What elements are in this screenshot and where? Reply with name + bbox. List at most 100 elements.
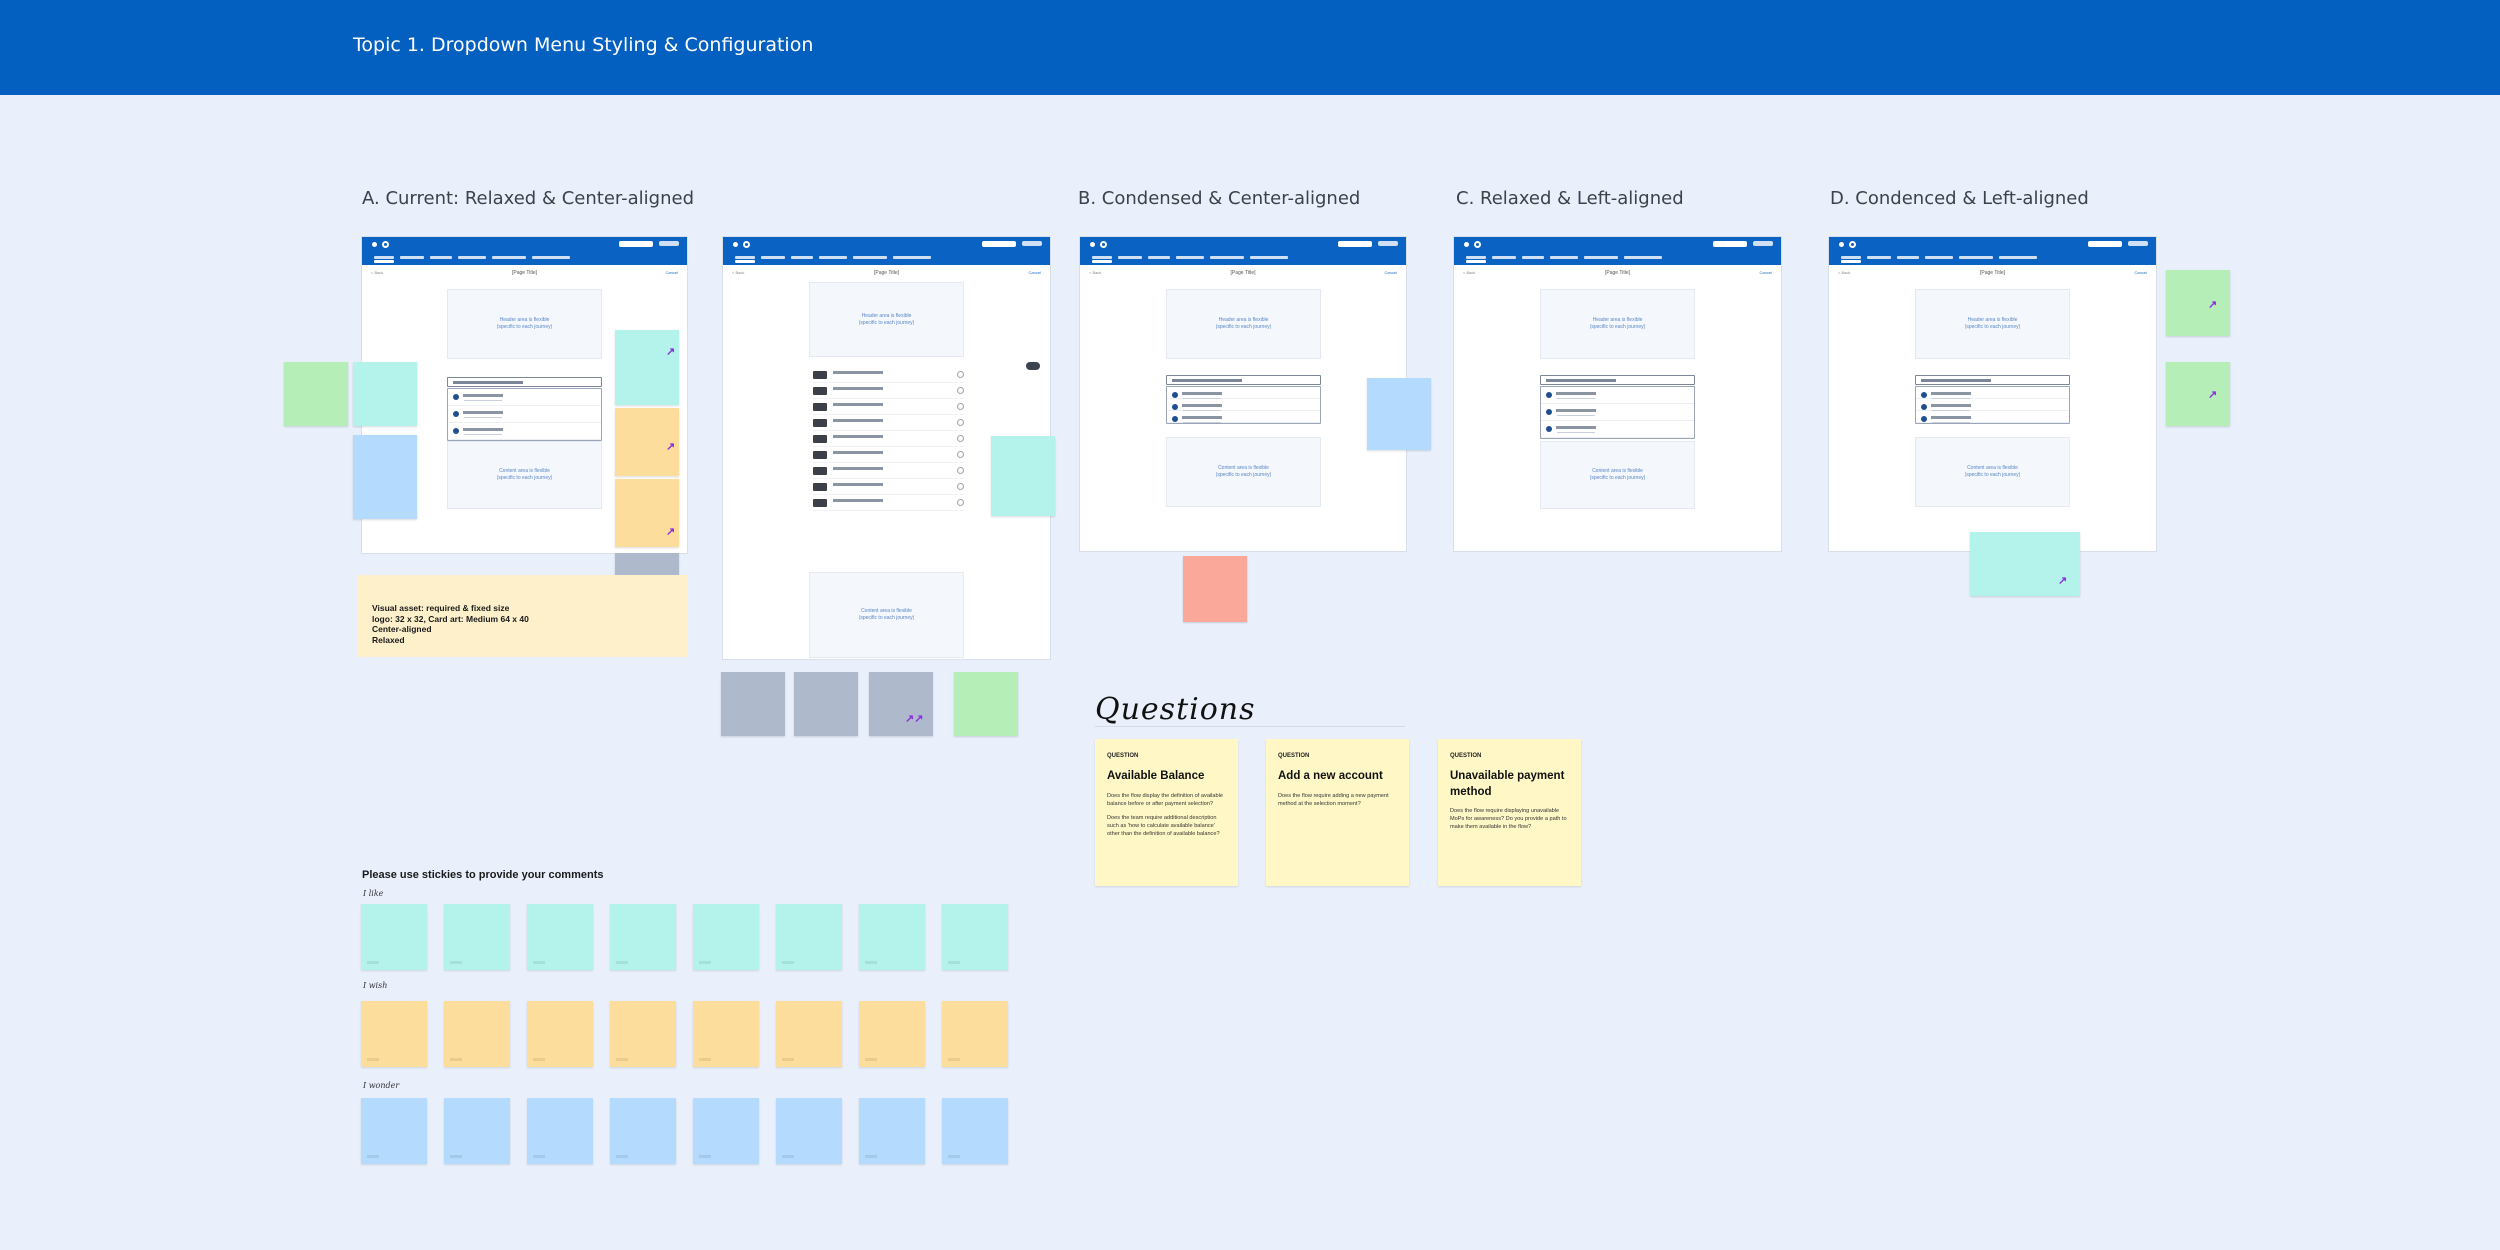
question-body: Does the team require additional descrip… <box>1107 814 1220 837</box>
logo-icon <box>1839 242 1844 247</box>
logo-icon <box>382 241 389 248</box>
checkmark-icon: ↗ <box>2058 575 2068 587</box>
checkmark-icon: ↗ <box>666 346 676 358</box>
empty-sticky-like[interactable] <box>527 904 593 970</box>
question-card[interactable]: QUESTION Add a new account Does the flow… <box>1266 739 1409 886</box>
checkmark-icon: ↗↗ <box>905 713 924 725</box>
sticky-note[interactable] <box>721 672 785 736</box>
empty-sticky-wonder[interactable] <box>693 1098 759 1164</box>
section-title-b: B. Condensed & Center-aligned <box>1078 188 1361 209</box>
dropdown-menu[interactable] <box>1915 386 2070 424</box>
mockup-frame-c[interactable]: < Back [Page Title] Cancel Header area i… <box>1453 236 1782 552</box>
dropdown-menu[interactable] <box>1166 386 1321 424</box>
cancel-link[interactable]: Cancel <box>666 270 678 275</box>
question-body: Does the flow display the definition of … <box>1107 792 1223 807</box>
logo-icon <box>1849 241 1856 248</box>
sticky-note[interactable] <box>1183 556 1247 622</box>
payment-method-list[interactable] <box>811 367 966 511</box>
empty-sticky-wonder[interactable] <box>361 1098 427 1164</box>
logo-icon <box>1090 242 1095 247</box>
empty-sticky-wish[interactable] <box>693 1001 759 1067</box>
content-area: Content area is flexible (specific to eac… <box>1915 437 2070 507</box>
sticky-note[interactable] <box>794 672 858 736</box>
sticky-note[interactable] <box>353 435 417 519</box>
question-label: QUESTION <box>1278 753 1310 759</box>
empty-sticky-like[interactable] <box>859 904 925 970</box>
logo-icon <box>743 241 750 248</box>
content-area: Content area is flexible (specific to eac… <box>809 572 964 658</box>
sticky-note[interactable] <box>991 436 1055 516</box>
empty-sticky-wonder[interactable] <box>527 1098 593 1164</box>
question-card[interactable]: QUESTION Unavailable payment method Does… <box>1438 739 1581 886</box>
cancel-link[interactable]: Cancel <box>1760 270 1772 275</box>
header-area: Header area is flexible (specific to each… <box>1540 289 1695 359</box>
content-area: Content area is flexible (specific to eac… <box>1540 441 1695 509</box>
empty-sticky-wish[interactable] <box>361 1001 427 1067</box>
mockup-frame-b[interactable]: < Back [Page Title] Cancel Header area i… <box>1079 236 1407 552</box>
sticky-note[interactable] <box>284 362 348 426</box>
page-title: [Page Title] <box>1230 270 1256 276</box>
sticky-note[interactable] <box>615 330 679 405</box>
sticky-note[interactable] <box>1367 378 1431 450</box>
section-title-d: D. Condenced & Left-aligned <box>1830 188 2089 209</box>
empty-sticky-wish[interactable] <box>527 1001 593 1067</box>
page-title: [Page Title] <box>511 270 537 276</box>
question-title: Add a new account <box>1278 770 1383 782</box>
empty-sticky-wish[interactable] <box>859 1001 925 1067</box>
empty-sticky-like[interactable] <box>942 904 1008 970</box>
checkmark-icon: ↗ <box>2208 299 2218 311</box>
dropdown-menu[interactable] <box>1540 386 1695 439</box>
cancel-link[interactable]: Cancel <box>1385 270 1397 275</box>
empty-sticky-wish[interactable] <box>776 1001 842 1067</box>
sticky-note[interactable] <box>353 362 417 426</box>
header-area: Header area is flexible (specific to each… <box>1166 289 1321 359</box>
empty-sticky-like[interactable] <box>776 904 842 970</box>
pay-from-select[interactable] <box>1915 375 2070 385</box>
question-label: QUESTION <box>1450 753 1482 759</box>
empty-sticky-wonder[interactable] <box>859 1098 925 1164</box>
checkmark-icon: ↗ <box>666 526 676 538</box>
pay-from-select[interactable] <box>1166 375 1321 385</box>
empty-sticky-like[interactable] <box>610 904 676 970</box>
empty-sticky-wish[interactable] <box>444 1001 510 1067</box>
toggle-icon[interactable] <box>1026 362 1040 370</box>
section-title-c: C. Relaxed & Left-aligned <box>1456 188 1684 209</box>
question-title: Available Balance <box>1107 770 1205 782</box>
empty-sticky-wonder[interactable] <box>444 1098 510 1164</box>
row-label-like: I like <box>363 889 384 898</box>
header-area: Header area is flexible (specific to each… <box>447 289 602 359</box>
cancel-link[interactable]: Cancel <box>1029 270 1041 275</box>
empty-sticky-like[interactable] <box>444 904 510 970</box>
pay-from-select[interactable] <box>1540 375 1695 385</box>
page-title: [Page Title] <box>1979 270 2005 276</box>
content-area: Content area is flexible (specific to eac… <box>447 441 602 509</box>
row-label-wish: I wish <box>363 981 388 990</box>
empty-sticky-wonder[interactable] <box>776 1098 842 1164</box>
cancel-link[interactable]: Cancel <box>2135 270 2147 275</box>
empty-sticky-wish[interactable] <box>610 1001 676 1067</box>
sticky-note[interactable] <box>2166 270 2230 336</box>
question-body: Does the flow require adding a new payme… <box>1278 792 1389 807</box>
empty-sticky-like[interactable] <box>693 904 759 970</box>
question-card[interactable]: QUESTION Available Balance Does the flow… <box>1095 739 1238 886</box>
logo-icon <box>733 242 738 247</box>
mockup-frame-d[interactable]: < Back [Page Title] Cancel Header area i… <box>1828 236 2157 552</box>
sticky-note[interactable] <box>869 672 933 736</box>
empty-sticky-like[interactable] <box>361 904 427 970</box>
pay-from-select[interactable] <box>447 377 602 387</box>
dropdown-menu[interactable] <box>447 388 602 441</box>
checkmark-icon: ↗ <box>666 441 676 453</box>
visual-asset-note[interactable]: Visual asset: required & fixed size logo… <box>357 575 687 657</box>
logo-icon <box>372 242 377 247</box>
content-area: Content area is flexible (specific to eac… <box>1166 437 1321 507</box>
questions-heading: Questions <box>1095 692 1256 727</box>
question-body: Does the flow require displaying unavail… <box>1450 808 1567 831</box>
header-area: Header area is flexible (specific to each… <box>1915 289 2070 359</box>
sticky-note[interactable] <box>2166 362 2230 426</box>
empty-sticky-wonder[interactable] <box>942 1098 1008 1164</box>
topic-banner: Topic 1. Dropdown Menu Styling & Configu… <box>0 0 2500 95</box>
questions-divider <box>1095 726 1405 727</box>
sticky-note[interactable] <box>954 672 1018 736</box>
empty-sticky-wish[interactable] <box>942 1001 1008 1067</box>
empty-sticky-wonder[interactable] <box>610 1098 676 1164</box>
